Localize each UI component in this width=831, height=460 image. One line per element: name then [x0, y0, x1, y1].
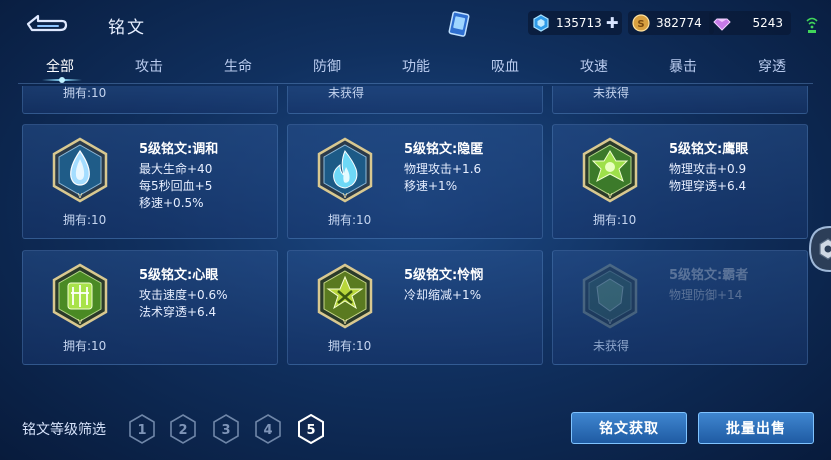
inscription-card-partial[interactable]: 未获得	[552, 86, 808, 114]
inscription-attr: 物理攻击+1.6	[404, 162, 482, 176]
inscription-attr: 物理防御+14	[669, 288, 743, 302]
svg-text:2: 2	[178, 423, 187, 438]
inscription-card[interactable]: V 5级铭文:调和 最大生命+40 每5秒回血+5 移速+0.5% 拥有:10	[22, 124, 278, 239]
svg-text:V: V	[343, 318, 348, 326]
coin-count: 382774	[656, 16, 702, 30]
page-title: 铭文	[108, 18, 146, 38]
svg-text:V: V	[608, 192, 613, 200]
inscription-card-partial[interactable]: 拥有:10	[22, 86, 278, 114]
tab-penetration[interactable]: 穿透	[758, 56, 786, 76]
diamond-balance: 135713 ✚	[528, 11, 622, 35]
diamond-count: 135713	[556, 16, 602, 30]
svg-text:5: 5	[306, 423, 315, 438]
water-drop-inscription-icon: V	[52, 137, 108, 203]
inscription-attr: 移速+1%	[404, 179, 458, 193]
inscription-attr: 物理穿透+6.4	[669, 179, 747, 193]
tab-health[interactable]: 生命	[224, 56, 252, 76]
inscription-attr: 最大生命+40	[139, 162, 213, 176]
tab-all[interactable]: 全部	[46, 56, 74, 76]
active-tab-dot	[59, 77, 65, 83]
gem-count: 5243	[752, 16, 783, 30]
add-diamond-icon[interactable]: ✚	[606, 14, 619, 32]
inscription-attr: 冷却缩减+1%	[404, 288, 482, 302]
bulk-sell-button[interactable]: 批量出售	[698, 412, 814, 444]
level-filter-label: 铭文等级筛选	[22, 422, 106, 438]
svg-text:V: V	[78, 318, 83, 326]
svg-text:4: 4	[263, 423, 272, 438]
inscription-card[interactable]: V 5级铭文:隐匿 物理攻击+1.6 移速+1% 拥有:10	[287, 124, 543, 239]
diamond-icon	[533, 14, 549, 32]
inscription-name: 5级铭文:心眼	[139, 268, 219, 283]
wifi-signal-icon	[806, 17, 818, 33]
flame-inscription-icon: V	[317, 137, 373, 203]
owned-count: 拥有:10	[328, 339, 372, 353]
mind-eye-inscription-icon: V	[52, 263, 108, 329]
level-filter-5-active[interactable]: 5	[297, 414, 325, 444]
gem-balance: 5243	[709, 11, 791, 35]
inscription-name: 5级铭文:怜悯	[404, 268, 484, 283]
tab-critical[interactable]: 暴击	[669, 56, 697, 76]
tab-lifesteal[interactable]: 吸血	[491, 56, 519, 76]
header-bar: 铭文 135713 ✚ S 382774 5243	[0, 0, 831, 50]
owned-count: 拥有:10	[593, 213, 637, 227]
svg-text:S: S	[637, 19, 644, 30]
category-tabs: 全部 攻击 生命 防御 功能 吸血 攻速 暴击 穿透	[0, 52, 831, 86]
owned-count: 拥有:10	[328, 213, 372, 227]
level-filter-2[interactable]: 2	[169, 414, 197, 444]
gold-coin-icon: S	[632, 14, 650, 32]
owned-count: 拥有:10	[63, 213, 107, 227]
owned-count: 未获得	[593, 86, 630, 100]
inscription-card-icon[interactable]	[447, 10, 471, 38]
inscription-card-partial[interactable]: 未获得	[287, 86, 543, 114]
compassion-inscription-icon: V	[317, 263, 373, 329]
tab-attack-speed[interactable]: 攻速	[580, 56, 608, 76]
svg-text:V: V	[608, 318, 613, 326]
inscription-attr: 攻击速度+0.6%	[139, 288, 228, 302]
not-obtained-label: 未获得	[593, 339, 630, 353]
tab-utility[interactable]: 功能	[402, 56, 430, 76]
tab-attack[interactable]: 攻击	[135, 56, 163, 76]
svg-text:3: 3	[221, 423, 230, 438]
inscription-name: 5级铭文:霸者	[669, 268, 749, 283]
inscription-card[interactable]: V 5级铭文:心眼 攻击速度+0.6% 法术穿透+6.4 拥有:10	[22, 250, 278, 365]
inscription-name: 5级铭文:鹰眼	[669, 142, 749, 157]
inscription-grid[interactable]: 拥有:10 未获得 未获得 V 5级铭文:调和 最大生命+40 每5秒回血+5 …	[22, 86, 814, 378]
inscription-attr: 法术穿透+6.4	[139, 305, 217, 319]
svg-text:V: V	[78, 192, 83, 200]
level-filter-1[interactable]: 1	[128, 414, 156, 444]
inscription-attr: 移速+0.5%	[139, 196, 204, 210]
settings-gear-icon[interactable]	[806, 225, 831, 273]
level-filter-4[interactable]: 4	[254, 414, 282, 444]
tab-divider	[18, 83, 813, 84]
back-arrow-icon[interactable]	[22, 10, 70, 36]
inscription-card[interactable]: V 5级铭文:怜悯 冷却缩减+1% 拥有:10	[287, 250, 543, 365]
owned-count: 未获得	[328, 86, 365, 100]
svg-text:1: 1	[137, 423, 146, 438]
hawk-eye-inscription-icon: V	[582, 137, 638, 203]
svg-text:V: V	[343, 192, 348, 200]
tyrant-inscription-icon: V	[582, 263, 638, 329]
inscription-name: 5级铭文:隐匿	[404, 142, 484, 157]
owned-count: 拥有:10	[63, 86, 107, 100]
coin-balance: S 382774	[628, 11, 714, 35]
inscription-attr: 物理攻击+0.9	[669, 162, 747, 176]
level-filter-3[interactable]: 3	[212, 414, 240, 444]
inscription-card[interactable]: V 5级铭文:鹰眼 物理攻击+0.9 物理穿透+6.4 拥有:10	[552, 124, 808, 239]
tab-defense[interactable]: 防御	[313, 56, 341, 76]
inscription-attr: 每5秒回血+5	[139, 179, 213, 193]
inscription-card[interactable]: V 5级铭文:霸者 物理防御+14 未获得	[552, 250, 808, 365]
crystal-gem-icon	[713, 18, 731, 31]
get-inscription-button[interactable]: 铭文获取	[571, 412, 687, 444]
inscription-name: 5级铭文:调和	[139, 142, 219, 157]
owned-count: 拥有:10	[63, 339, 107, 353]
